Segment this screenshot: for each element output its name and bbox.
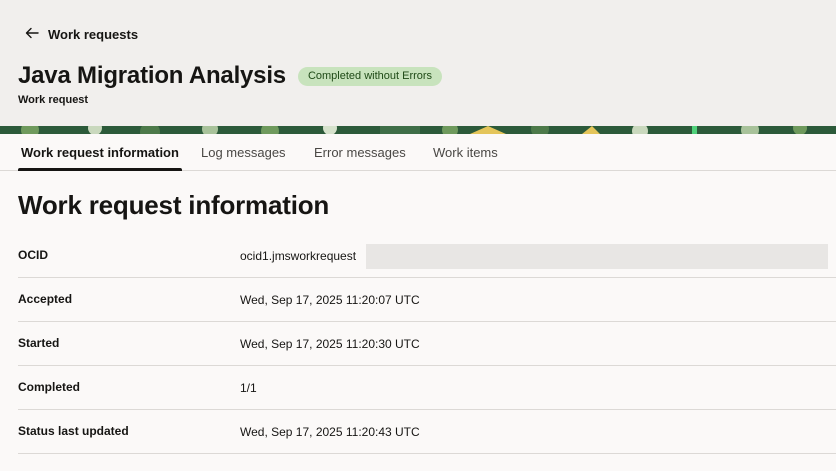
- tab-work-request-information[interactable]: Work request information: [18, 134, 182, 171]
- redacted-block: [366, 244, 828, 269]
- decorative-banner: [0, 126, 836, 134]
- detail-value: Wed, Sep 17, 2025 11:20:30 UTC: [240, 337, 420, 351]
- detail-label: OCID: [18, 248, 48, 262]
- tab-work-items[interactable]: Work items: [430, 134, 501, 171]
- arrow-left-icon: [24, 25, 40, 44]
- detail-value: 1/1: [240, 381, 257, 395]
- page-header: Work requests Java Migration Analysis Co…: [0, 0, 836, 126]
- tab-log-messages[interactable]: Log messages: [198, 134, 289, 171]
- status-badge: Completed without Errors: [297, 66, 443, 86]
- detail-row-started: Started Wed, Sep 17, 2025 11:20:30 UTC: [18, 322, 836, 366]
- page-subtitle: Work request: [18, 94, 89, 106]
- detail-value: Wed, Sep 17, 2025 11:20:07 UTC: [240, 293, 420, 307]
- back-link-label: Work requests: [48, 26, 139, 42]
- ocid-value: ocid1.jmsworkrequest: [240, 249, 357, 263]
- back-to-work-requests-link[interactable]: Work requests: [24, 24, 138, 44]
- details-list: OCID ocid1.jmsworkrequest Accepted Wed, …: [18, 234, 836, 454]
- detail-row-status-last-updated: Status last updated Wed, Sep 17, 2025 11…: [18, 410, 836, 454]
- title-row: Java Migration Analysis Completed withou…: [18, 60, 443, 92]
- detail-label: Status last updated: [18, 424, 129, 438]
- detail-label: Completed: [18, 380, 81, 394]
- detail-row-accepted: Accepted Wed, Sep 17, 2025 11:20:07 UTC: [18, 278, 836, 322]
- detail-value: Wed, Sep 17, 2025 11:20:43 UTC: [240, 425, 420, 439]
- section-title: Work request information: [18, 190, 330, 220]
- tab-bar: Work request information Log messages Er…: [0, 134, 836, 171]
- detail-row-ocid: OCID ocid1.jmsworkrequest: [18, 234, 836, 278]
- detail-label: Started: [18, 336, 60, 350]
- detail-row-completed: Completed 1/1: [18, 366, 836, 410]
- detail-label: Accepted: [18, 292, 73, 306]
- page-title: Java Migration Analysis: [18, 62, 286, 89]
- tab-error-messages[interactable]: Error messages: [311, 134, 409, 171]
